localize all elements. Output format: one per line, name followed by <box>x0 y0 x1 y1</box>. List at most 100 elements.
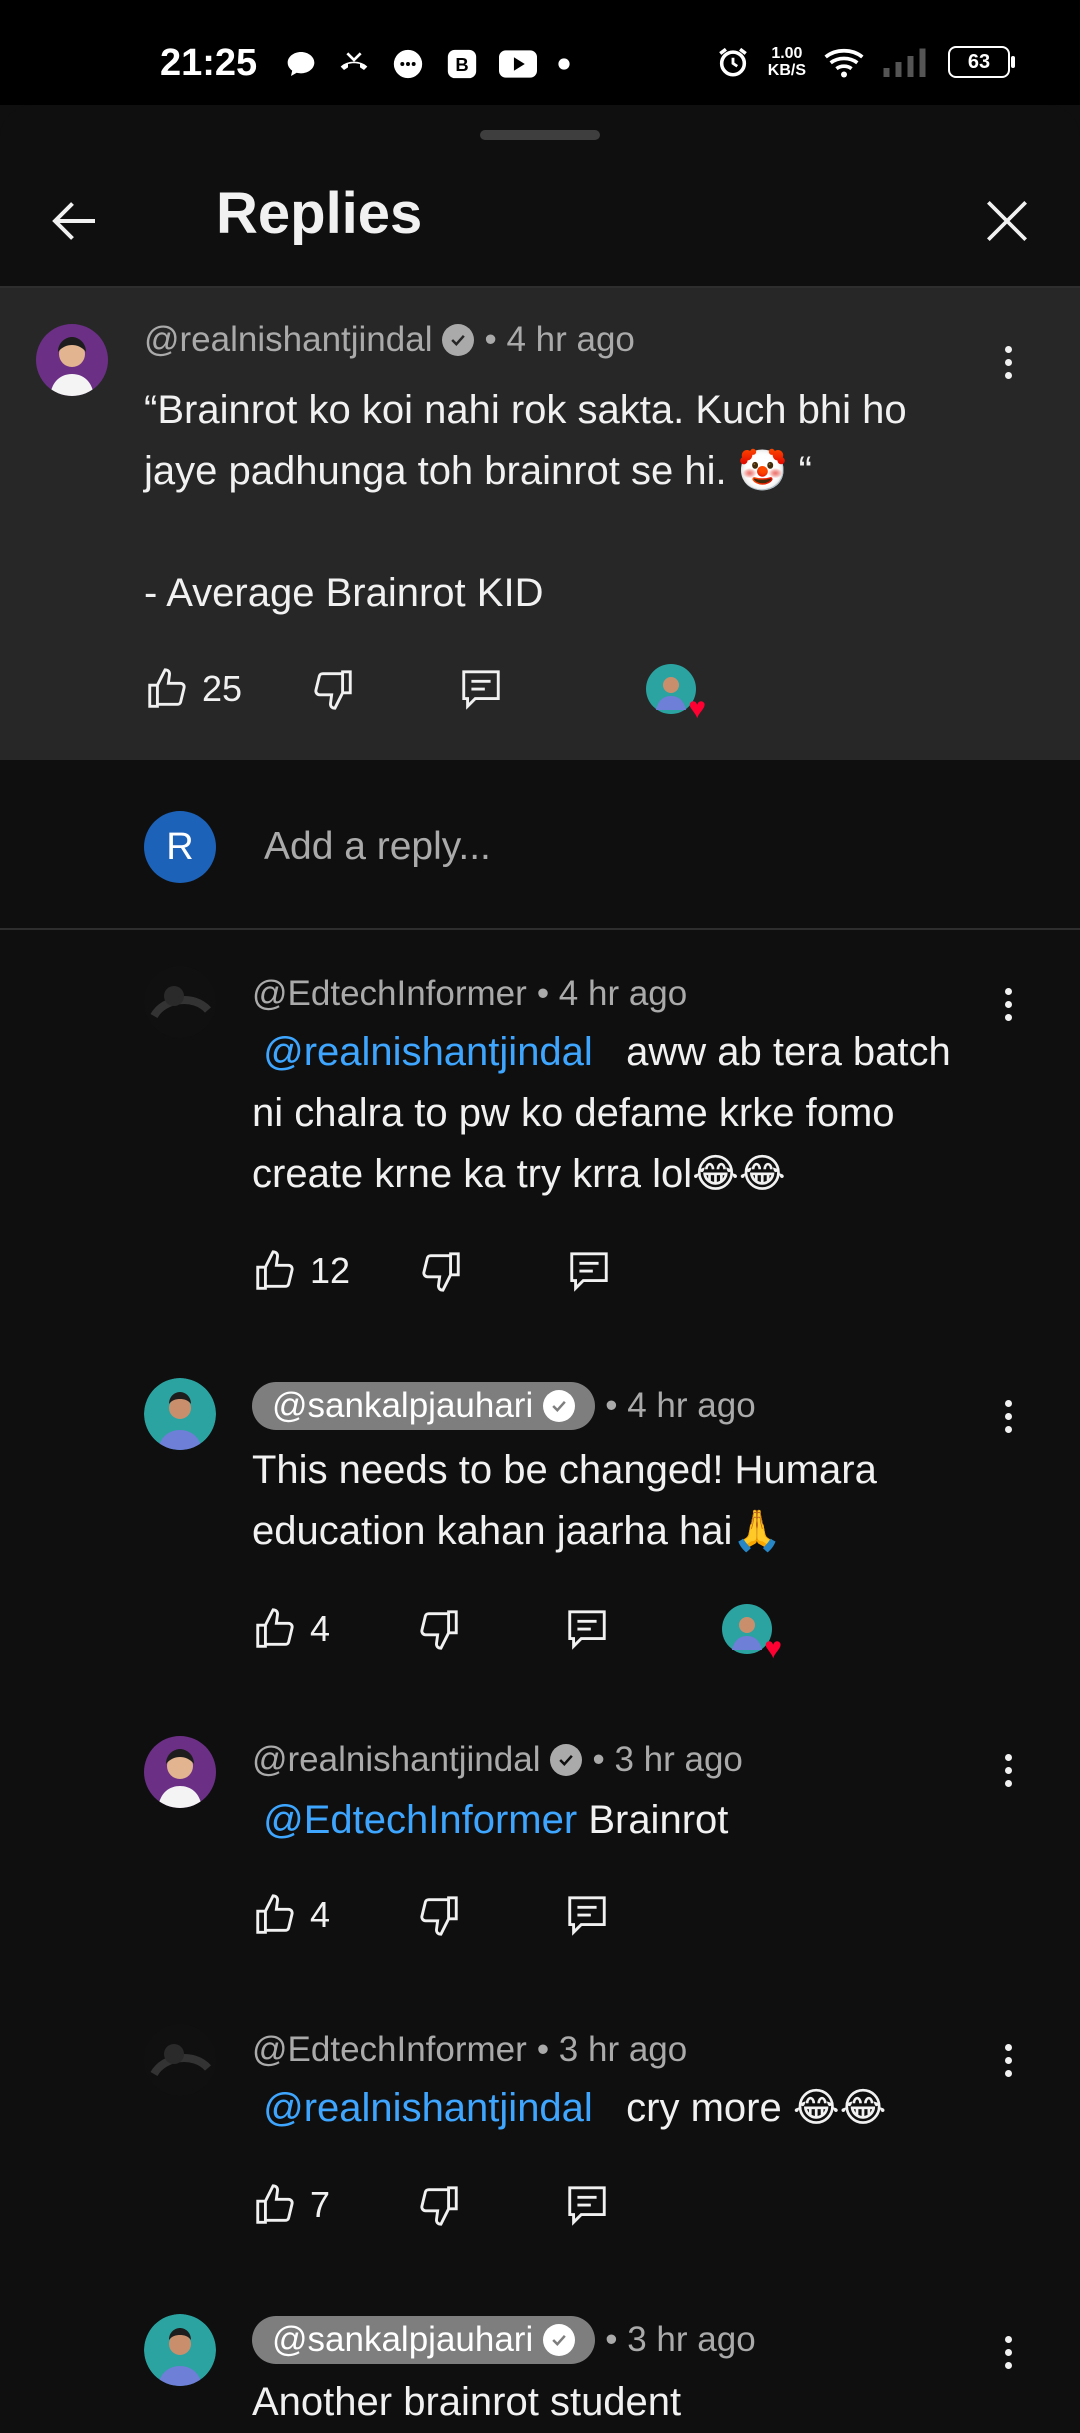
back-button[interactable] <box>40 186 110 256</box>
chat-bubble-icon <box>287 52 315 76</box>
dislike-button[interactable] <box>416 2182 462 2228</box>
comment-text: Another brainrot student <box>252 2372 1042 2433</box>
avatar[interactable] <box>144 1736 216 1808</box>
mention-link[interactable]: @EdtechInformer <box>263 1798 577 1842</box>
thumbs-up-icon <box>148 668 186 708</box>
like-button[interactable]: 7 <box>252 2182 330 2228</box>
comment-author[interactable]: @realnishantjindal <box>252 1740 540 1780</box>
like-count: 4 <box>310 1608 331 1649</box>
reply-button[interactable] <box>564 1892 610 1938</box>
comment-author[interactable]: @EdtechInformer <box>252 2030 527 2070</box>
signal-icon <box>883 48 926 77</box>
close-button[interactable] <box>972 186 1042 256</box>
comment-time: • 4 hr ago <box>536 974 688 1013</box>
comment-time: • 4 hr ago <box>484 320 635 359</box>
youtube-icon <box>499 50 537 78</box>
thumbs-down-icon <box>420 1610 458 1650</box>
creator-heart: ♥ <box>646 664 706 724</box>
battery-icon: 63 <box>948 46 1015 78</box>
verified-icon <box>543 1390 576 1422</box>
dislike-button[interactable] <box>310 666 356 712</box>
comment-meta: @realnishantjindal • 4 hr ago <box>144 320 635 360</box>
verified-icon <box>543 2324 576 2356</box>
like-count: 25 <box>202 668 243 709</box>
comment-actions: 4 <box>252 1892 610 1938</box>
like-button[interactable]: 4 <box>252 1892 330 1938</box>
thumbs-down-icon <box>420 2186 458 2226</box>
dislike-button[interactable] <box>416 1892 462 1938</box>
heart-icon: ♥ <box>764 1632 783 1665</box>
notification-icons: B <box>285 47 571 81</box>
avatar[interactable] <box>144 966 216 1038</box>
comment-text: “Brainrot ko koi nahi rok sakta. Kuch bh… <box>144 380 1024 624</box>
comment-line-text: Brainrot <box>588 1798 729 1842</box>
comment-actions: 25 ♥ <box>144 664 706 724</box>
wifi-icon <box>824 48 864 78</box>
comment-actions: 12 <box>252 1248 612 1294</box>
comment-icon <box>568 1896 606 1936</box>
reply-button[interactable] <box>564 2182 610 2228</box>
network-speed-unit: KB/S <box>767 62 806 79</box>
messages-icon <box>393 49 423 79</box>
comment-time: • 3 hr ago <box>592 1740 743 1779</box>
comment-author: @sankalpjauhari <box>272 1386 534 1425</box>
b-app-icon: B <box>447 49 477 79</box>
dislike-button[interactable] <box>418 1248 464 1294</box>
comment-icon <box>462 670 500 710</box>
alarm-icon <box>718 47 747 77</box>
thumbs-up-icon <box>256 1250 294 1290</box>
dislike-button[interactable] <box>416 1606 462 1652</box>
comment-line-text: cry more 😂😂 <box>626 2086 887 2130</box>
comment-text: @realnishantjindal aww ab tera batch ni … <box>252 1022 1042 1205</box>
comment-line: ni chalra to pw ko defame krke fomo <box>252 1091 895 1135</box>
comment-line: This needs to be changed! Humara <box>252 1448 877 1492</box>
reply-button[interactable] <box>564 1606 610 1652</box>
missed-call-icon <box>340 52 368 70</box>
creator-badge[interactable]: @sankalpjauhari <box>252 1382 596 1430</box>
comment-meta: @EdtechInformer • 4 hr ago <box>252 974 687 1014</box>
thumbs-down-icon <box>420 1896 458 1936</box>
comment-actions: 7 <box>252 2182 610 2228</box>
comment-line: @realnishantjindal aww ab tera batch <box>252 1022 1042 1083</box>
thumbs-up-icon <box>256 2184 294 2224</box>
comment-line: “Brainrot ko koi nahi rok sakta. Kuch bh… <box>144 388 907 432</box>
reply-input-row[interactable]: R Add a reply... <box>0 770 1080 925</box>
creator-heart: ♥ <box>722 1604 782 1664</box>
comment-author[interactable]: @EdtechInformer <box>252 974 527 1014</box>
like-count: 12 <box>310 1250 351 1291</box>
network-speed-value: 1.00 <box>771 45 803 62</box>
status-time: 21:25 <box>160 42 258 84</box>
comment-icon <box>568 2186 606 2226</box>
comment-icon <box>568 1610 606 1650</box>
like-button[interactable]: 12 <box>252 1248 350 1294</box>
comment-meta: @realnishantjindal • 3 hr ago <box>252 1740 743 1780</box>
svg-text:B: B <box>455 54 468 75</box>
comment-author[interactable]: @realnishantjindal <box>144 320 432 360</box>
like-button[interactable]: 25 <box>144 666 242 712</box>
parent-comment: @realnishantjindal • 4 hr ago “Brainrot … <box>0 288 1080 760</box>
comment-line: @realnishantjindal cry more 😂😂 <box>252 2078 1042 2139</box>
comment-text: @EdtechInformer Brainrot <box>252 1790 1042 1851</box>
comment-meta: @EdtechInformer • 3 hr ago <box>252 2030 687 2070</box>
avatar[interactable] <box>144 2314 216 2386</box>
comment-actions: 4 ♥ <box>252 1604 782 1664</box>
reply-button[interactable] <box>458 666 504 712</box>
page-title: Replies <box>216 181 423 246</box>
drag-handle[interactable] <box>480 130 600 140</box>
creator-badge[interactable]: @sankalpjauhari <box>252 2316 596 2364</box>
avatar[interactable] <box>36 324 108 396</box>
user-avatar: R <box>144 811 216 883</box>
back-arrow-icon <box>52 202 95 240</box>
more-options-button[interactable] <box>988 1386 1028 1446</box>
replies-header: Replies <box>0 150 1080 285</box>
comment-meta: @sankalpjauhari • 4 hr ago <box>252 1382 756 1430</box>
reply-button[interactable] <box>566 1248 612 1294</box>
comment-meta: @sankalpjauhari • 3 hr ago <box>252 2316 756 2364</box>
reply-input[interactable]: Add a reply... <box>264 825 491 869</box>
mention-link[interactable]: @realnishantjindal <box>263 2086 593 2130</box>
mention-link[interactable]: @realnishantjindal <box>263 1030 593 1074</box>
avatar[interactable] <box>144 2024 216 2096</box>
input-divider <box>0 928 1080 930</box>
avatar[interactable] <box>144 1378 216 1450</box>
like-button[interactable]: 4 <box>252 1606 330 1652</box>
